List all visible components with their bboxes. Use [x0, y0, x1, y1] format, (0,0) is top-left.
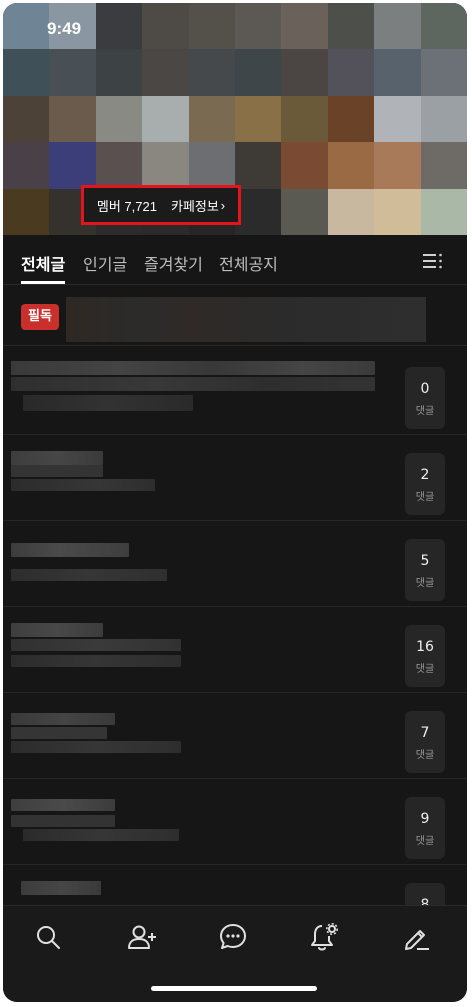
comment-count: 16: [416, 638, 434, 655]
post-meta-blurred: [11, 479, 155, 491]
board-tabs: 전체글 인기글 즐겨찾기 전체공지: [3, 235, 467, 285]
bottom-nav-bar: [3, 905, 467, 1002]
cafe-info-label: 카페정보: [170, 198, 219, 214]
post-meta-blurred: [23, 829, 179, 841]
comment-count-box[interactable]: 16 댓글: [405, 625, 445, 687]
post-title-blurred: [11, 623, 103, 637]
post-title-blurred: [11, 361, 375, 375]
post-title-blurred: [11, 815, 115, 827]
active-tab-indicator: [21, 281, 65, 284]
post-meta-blurred: [23, 395, 193, 411]
comment-count-box[interactable]: 2 댓글: [405, 453, 445, 515]
list-menu-icon[interactable]: [423, 253, 443, 269]
comment-count: 9: [420, 810, 430, 827]
post-meta-blurred: [11, 569, 167, 581]
post-title-blurred: [11, 377, 375, 391]
post-meta-blurred: [11, 655, 181, 667]
cafe-info-link[interactable]: 카페정보 ›: [171, 196, 225, 215]
status-time: 9:49: [47, 19, 82, 38]
post-title-blurred: [11, 543, 129, 557]
cafe-header: 9:49 멤버 7,721 카페정보 ›: [3, 3, 467, 235]
comment-count-box[interactable]: 5 댓글: [405, 539, 445, 601]
search-icon[interactable]: [31, 920, 65, 954]
post-item[interactable]: 9 댓글: [3, 779, 467, 865]
post-title-blurred: [11, 639, 181, 651]
notification-settings-icon[interactable]: [307, 920, 341, 954]
post-title-blurred: [11, 727, 107, 739]
phone-screen: 9:49 멤버 7,721 카페정보 › 전체글 인기글 즐겨찾기 전체공지 필…: [3, 3, 467, 1002]
tab-popular[interactable]: 인기글: [83, 251, 127, 275]
comment-count: 0: [420, 380, 430, 397]
comment-label: 댓글: [415, 491, 435, 503]
post-title-blurred: [11, 713, 115, 725]
pinned-title-blurred: [66, 297, 426, 342]
post-item[interactable]: 5 댓글: [3, 521, 467, 607]
post-item[interactable]: 2 댓글: [3, 435, 467, 521]
post-item[interactable]: 16 댓글: [3, 607, 467, 693]
cafe-info-highlight: 멤버 7,721 카페정보 ›: [81, 185, 241, 225]
post-title-blurred: [11, 799, 115, 811]
tab-all-posts[interactable]: 전체글: [21, 251, 65, 275]
member-count: 멤버 7,721: [96, 198, 157, 214]
comment-count-box[interactable]: 7 댓글: [405, 711, 445, 773]
post-item[interactable]: 7 댓글: [3, 693, 467, 779]
chevron-right-icon: ›: [220, 197, 226, 213]
comment-count-box[interactable]: 9 댓글: [405, 797, 445, 859]
comment-label: 댓글: [415, 835, 435, 847]
comment-count: 5: [420, 552, 430, 569]
comment-label: 댓글: [415, 749, 435, 761]
comment-label: 댓글: [415, 577, 435, 589]
comment-label: 댓글: [415, 405, 435, 417]
post-title-blurred: [11, 451, 103, 465]
must-read-badge: 필독: [21, 304, 59, 330]
chat-icon[interactable]: [216, 920, 250, 954]
tab-favorites[interactable]: 즐겨찾기: [144, 251, 203, 275]
tab-all-notices[interactable]: 전체공지: [219, 251, 278, 275]
add-friend-icon[interactable]: [125, 920, 159, 954]
post-item[interactable]: 0 댓글: [3, 349, 467, 435]
comment-count-box[interactable]: 0 댓글: [405, 367, 445, 429]
comment-count: 2: [420, 466, 430, 483]
write-icon[interactable]: [399, 920, 433, 954]
post-title-blurred: [21, 881, 101, 895]
pinned-notice[interactable]: 필독: [3, 286, 467, 346]
comment-label: 댓글: [415, 663, 435, 675]
post-title-blurred: [11, 465, 103, 477]
home-indicator[interactable]: [151, 986, 317, 991]
comment-count: 7: [420, 724, 430, 741]
post-meta-blurred: [11, 741, 181, 753]
